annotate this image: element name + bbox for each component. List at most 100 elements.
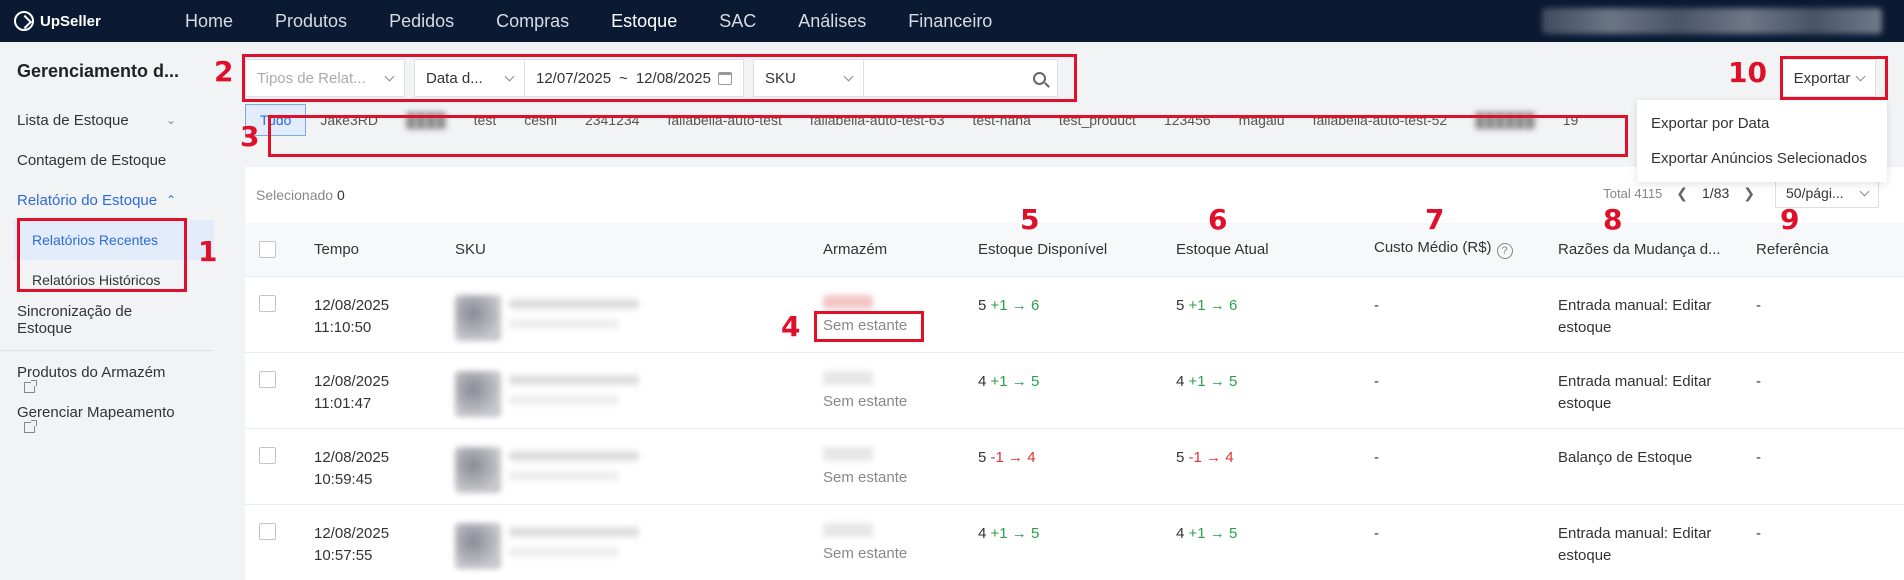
search-group: SKU — [753, 59, 1058, 99]
nav-financeiro[interactable]: Financeiro — [887, 0, 1013, 42]
row-time: 10:59:45 — [314, 470, 373, 488]
date-start: 12/07/2025 — [536, 69, 612, 87]
tab-2341234[interactable]: 2341234 — [571, 104, 654, 136]
row-checkbox[interactable] — [259, 446, 276, 464]
row-date: 12/08/2025 — [314, 448, 390, 466]
annotation-number-2: 2 — [214, 55, 234, 88]
report-type-select[interactable]: Tipos de Relat... — [245, 59, 405, 97]
annotation-number-1: 1 — [198, 235, 218, 268]
sku-cell-blurred — [455, 522, 823, 569]
row-checkbox[interactable] — [259, 370, 276, 388]
sidebar-item-produtos-armazem[interactable]: Produtos do Armazém — [0, 361, 228, 401]
row-checkbox[interactable] — [259, 294, 276, 312]
tab-test[interactable]: test — [460, 104, 511, 136]
sidebar-item-lista-estoque[interactable]: Lista de Estoque ⌄ — [0, 100, 228, 140]
main-nav: Home Produtos Pedidos Compras Estoque SA… — [164, 0, 1013, 42]
sidebar-item-label: Lista de Estoque — [17, 111, 129, 129]
tab-fallabella-auto-test[interactable]: fallabella-auto-test — [653, 104, 795, 136]
tab-blurred[interactable]: ████ — [392, 104, 460, 136]
sidebar-item-label: Relatório do Estoque — [17, 191, 158, 209]
atual-change: +1 → 5 — [1188, 524, 1238, 542]
table-header-row: Tempo SKU Armazém Estoque Disponível Est… — [245, 223, 1904, 277]
tab-test-product[interactable]: test_product — [1045, 104, 1150, 136]
report-panel: Selecionado 0 Total 4115 ❮ 1/83 ❯ 50/pág… — [245, 167, 1904, 580]
date-separator: ~ — [619, 69, 628, 87]
col-razoes: Razões da Mudança d... — [1558, 223, 1756, 277]
export-button[interactable]: Exportar — [1782, 59, 1876, 97]
sidebar-subitem-recentes[interactable]: Relatórios Recentes — [14, 220, 214, 260]
custo-value: - — [1374, 352, 1558, 429]
warehouse-name-blurred — [823, 294, 873, 309]
sidebar-item-contagem[interactable]: Contagem de Estoque — [0, 140, 228, 180]
search-input[interactable] — [863, 59, 1058, 97]
sku-cell-blurred — [455, 294, 823, 341]
top-navbar: UpSeller Home Produtos Pedidos Compras E… — [0, 0, 1904, 42]
table-row: 12/08/2025 11:10:50 Sem estante 5 +1 → 6 … — [245, 276, 1904, 353]
nav-home[interactable]: Home — [164, 0, 254, 42]
chevron-down-icon: ⌄ — [165, 113, 176, 127]
date-type-select[interactable]: Data d... — [414, 59, 524, 97]
sidebar-item-sincronizacao[interactable]: Sincronização de Estoque — [0, 300, 228, 340]
pagination: Total 4115 ❮ 1/83 ❯ 50/pági... — [1603, 178, 1879, 208]
upseller-logo[interactable]: UpSeller — [14, 11, 149, 31]
tab-fallabella-auto-test-63[interactable]: fallabella-auto-test-63 — [796, 104, 959, 136]
tab-blurred[interactable]: ██████ — [1461, 104, 1549, 136]
tab-magalu[interactable]: magalu — [1225, 104, 1299, 136]
nav-pedidos[interactable]: Pedidos — [368, 0, 475, 42]
tab-ceshi[interactable]: ceshi — [510, 104, 571, 136]
col-atual: Estoque Atual — [1176, 223, 1374, 277]
nav-analises[interactable]: Análises — [777, 0, 887, 42]
help-icon[interactable]: ? — [1496, 243, 1513, 260]
shelf-text: Sem estante — [823, 468, 908, 486]
nav-sac[interactable]: SAC — [698, 0, 777, 42]
main-content: Tipos de Relat... Data d... 12/07/2025 ~… — [245, 42, 1904, 580]
date-range-picker[interactable]: 12/07/2025 ~ 12/08/2025 — [524, 59, 744, 97]
annotation-number-7: 7 — [1425, 203, 1445, 236]
tab-19[interactable]: 19 — [1549, 104, 1593, 136]
custo-value: - — [1374, 504, 1558, 580]
sidebar-subitem-historicos[interactable]: Relatórios Históricos — [0, 260, 228, 300]
tab-123456[interactable]: 123456 — [1150, 104, 1225, 136]
next-page-icon[interactable]: ❯ — [1743, 185, 1755, 202]
sidebar-item-mapeamento[interactable]: Gerenciar Mapeamento — [0, 401, 228, 441]
inventory-report-table: Tempo SKU Armazém Estoque Disponível Est… — [245, 223, 1904, 580]
disp-base: 4 — [978, 372, 987, 390]
sidebar-item-relatorio[interactable]: Relatório do Estoque ⌃ — [0, 180, 228, 220]
chevron-down-icon — [1859, 186, 1870, 196]
date-type-value: Data d... — [426, 69, 483, 87]
chevron-down-icon — [504, 71, 515, 81]
selection-count: Selecionado 0 — [256, 187, 345, 203]
store-tabs: Tudo Jake3RD ████ test ceshi 2341234 fal… — [230, 100, 1760, 140]
row-date: 12/08/2025 — [314, 524, 390, 542]
account-area-blurred[interactable] — [1542, 8, 1882, 34]
search-icon[interactable] — [1033, 71, 1046, 85]
page-indicator: 1/83 — [1702, 185, 1730, 201]
razao-text: Entrada manual: Editar estoque — [1558, 352, 1756, 429]
tab-jake3rd[interactable]: Jake3RD — [306, 104, 392, 136]
col-referencia: Referência — [1756, 223, 1904, 277]
sidebar-item-label: Contagem de Estoque — [17, 151, 167, 169]
select-all-checkbox[interactable] — [259, 240, 276, 258]
nav-compras[interactable]: Compras — [475, 0, 590, 42]
annotation-number-3: 3 — [240, 120, 260, 153]
disp-change: +1 → 5 — [990, 372, 1040, 390]
tab-fallabella-auto-test-52[interactable]: fallabella-auto-test-52 — [1299, 104, 1462, 136]
search-field-select[interactable]: SKU — [753, 59, 863, 97]
atual-change: +1 → 6 — [1188, 296, 1238, 314]
row-time: 11:01:47 — [314, 394, 372, 412]
annotation-number-4: 4 — [781, 310, 801, 343]
prev-page-icon[interactable]: ❮ — [1676, 185, 1688, 202]
col-disponivel: Estoque Disponível — [978, 223, 1176, 277]
row-checkbox[interactable] — [259, 522, 276, 540]
warehouse-name-blurred — [823, 370, 873, 385]
product-thumbnail — [455, 522, 501, 569]
export-selected-option[interactable]: Exportar Anúncios Selecionados — [1637, 141, 1887, 176]
nav-produtos[interactable]: Produtos — [254, 0, 368, 42]
atual-change: +1 → 5 — [1188, 372, 1238, 390]
warehouse-name-blurred — [823, 522, 873, 537]
export-by-date-option[interactable]: Exportar por Data — [1637, 106, 1887, 141]
tab-test-haha[interactable]: test-haha — [959, 104, 1045, 136]
table-row: 12/08/2025 11:01:47 Sem estante 4 +1 → 5 … — [245, 352, 1904, 429]
nav-estoque[interactable]: Estoque — [590, 0, 698, 42]
export-label: Exportar — [1793, 69, 1851, 87]
